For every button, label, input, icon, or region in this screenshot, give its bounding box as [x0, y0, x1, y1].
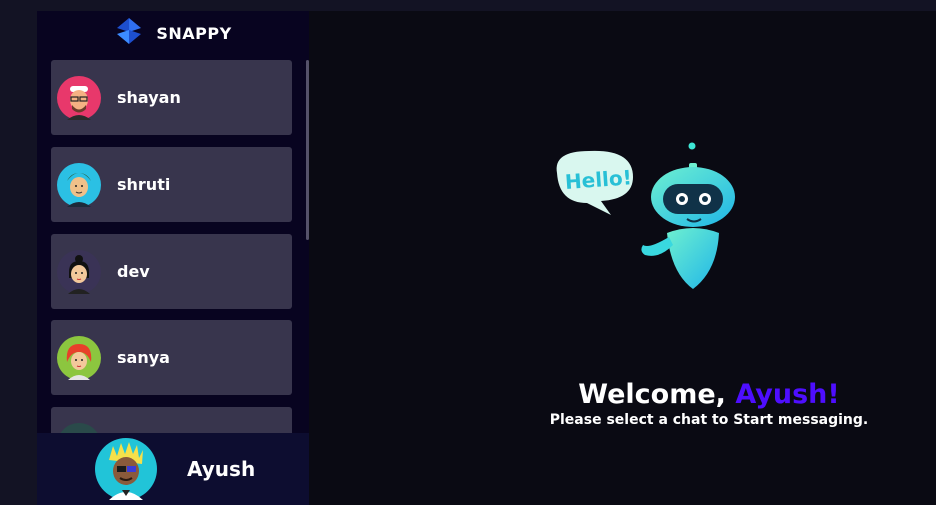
- avatar-ayush: [95, 438, 157, 500]
- avatar-shayan: [57, 75, 101, 120]
- contact-name: dev: [117, 262, 150, 281]
- avatar-partial: [60, 422, 98, 433]
- contact-name: sanya: [117, 348, 170, 367]
- robot-illustration: Hello!: [556, 142, 735, 289]
- contact-item-shayan[interactable]: shayan: [51, 60, 292, 135]
- current-user-name: Ayush: [187, 457, 256, 481]
- welcome-heading: Welcome, Ayush!: [509, 379, 909, 411]
- chat-app: SNAPPY shayan shruti dev sanya Ayush Hel…: [37, 11, 936, 505]
- contact-item-partial[interactable]: [51, 407, 292, 433]
- avatar-dev: [57, 249, 101, 294]
- hello-text: Hello!: [564, 165, 632, 194]
- welcome-user-name: Ayush!: [735, 379, 840, 410]
- welcome-subtitle: Please select a chat to Start messaging.: [549, 412, 869, 428]
- brand: SNAPPY: [37, 11, 309, 55]
- avatar-shruti: [57, 162, 101, 207]
- contacts-sidebar: SNAPPY shayan shruti dev sanya Ayush: [37, 11, 309, 505]
- current-user-panel: Ayush: [37, 433, 309, 505]
- welcome-greeting: Welcome,: [578, 379, 726, 410]
- snappy-logo-icon: [114, 16, 144, 51]
- contact-item-dev[interactable]: dev: [51, 234, 292, 309]
- contact-item-sanya[interactable]: sanya: [51, 320, 292, 395]
- contact-list[interactable]: shayan shruti dev sanya: [37, 55, 309, 433]
- hello-speech-bubble: Hello!: [556, 150, 633, 215]
- contact-name: shruti: [117, 175, 171, 194]
- brand-name: SNAPPY: [156, 23, 232, 43]
- welcome-message: Welcome, Ayush! Please select a chat to …: [509, 379, 909, 428]
- contact-item-shruti[interactable]: shruti: [51, 147, 292, 222]
- contact-name: shayan: [117, 88, 181, 107]
- avatar-sanya: [57, 335, 101, 380]
- welcome-panel: Hello! Welcome, Ayush! Please select a c…: [309, 11, 936, 505]
